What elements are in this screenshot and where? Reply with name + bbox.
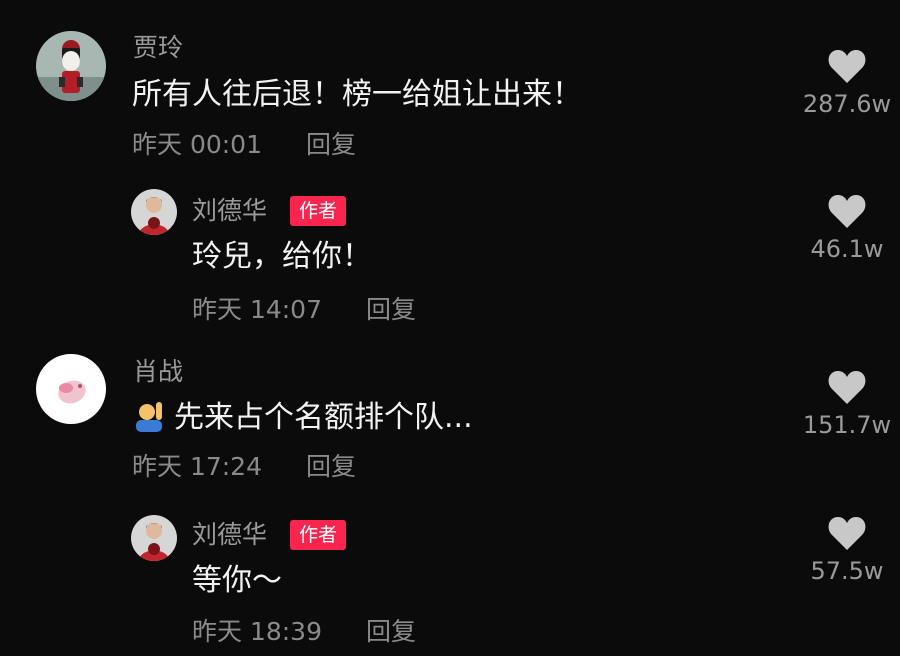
like-button[interactable]: 57.5w: [792, 515, 900, 585]
reply-button[interactable]: 回复: [366, 617, 416, 646]
timestamp: 昨天 18:39: [192, 617, 322, 646]
person-raising-hand-emoji-icon: [136, 402, 162, 432]
comment-meta: 昨天 00:01 回复: [132, 130, 356, 160]
comment-text: 玲兒，给你！: [192, 239, 372, 274]
like-button[interactable]: 46.1w: [792, 193, 900, 263]
like-button[interactable]: 151.7w: [792, 369, 900, 439]
comment-item: 肖战 先来占个名额排个队... 昨天 17:24 回复 151.7w: [0, 340, 900, 505]
comment-text-content: 先来占个名额排个队...: [174, 400, 473, 435]
heart-icon: [828, 49, 866, 83]
heart-icon: [828, 194, 866, 228]
author-badge: 作者: [290, 196, 347, 226]
reply-item: 刘德华 作者 玲兒，给你！ 昨天 14:07 回复 46.1w: [0, 175, 900, 340]
man-portrait-avatar-icon: [131, 515, 177, 561]
username[interactable]: 贾玲: [133, 33, 183, 63]
timestamp: 昨天 00:01: [132, 130, 262, 159]
username[interactable]: 刘德华: [192, 196, 267, 226]
heart-icon: [828, 370, 866, 404]
avatar[interactable]: [36, 354, 106, 424]
like-count: 57.5w: [810, 557, 884, 585]
comment-text: 等你～: [192, 563, 282, 598]
author-badge: 作者: [290, 520, 347, 550]
man-portrait-avatar-icon: [131, 189, 177, 235]
timestamp: 昨天 17:24: [132, 452, 262, 481]
heart-icon: [828, 516, 866, 550]
reply-button[interactable]: 回复: [306, 130, 356, 159]
comment-text: 先来占个名额排个队...: [132, 398, 473, 437]
comment-text: 所有人往后退！榜一给姐让出来！: [132, 77, 582, 112]
pink-bird-avatar-icon: [36, 354, 106, 424]
avatar[interactable]: [36, 31, 106, 101]
reply-button[interactable]: 回复: [306, 452, 356, 481]
reply-button[interactable]: 回复: [366, 295, 416, 324]
comment-item: 贾玲 所有人往后退！榜一给姐让出来！ 昨天 00:01 回复 287.6w: [0, 0, 900, 175]
username[interactable]: 肖战: [133, 357, 183, 387]
like-count: 287.6w: [802, 90, 892, 118]
avatar[interactable]: [131, 189, 177, 235]
reply-item: 刘德华 作者 等你～ 昨天 18:39 回复 57.5w: [0, 505, 900, 656]
comment-meta: 昨天 17:24 回复: [132, 452, 356, 482]
cartoon-girl-avatar-icon: [36, 31, 106, 101]
avatar[interactable]: [131, 515, 177, 561]
username[interactable]: 刘德华: [192, 520, 267, 550]
comment-meta: 昨天 18:39 回复: [192, 617, 416, 647]
like-count: 46.1w: [810, 235, 884, 263]
comment-meta: 昨天 14:07 回复: [192, 295, 416, 325]
timestamp: 昨天 14:07: [192, 295, 322, 324]
like-button[interactable]: 287.6w: [792, 48, 900, 118]
like-count: 151.7w: [802, 411, 892, 439]
